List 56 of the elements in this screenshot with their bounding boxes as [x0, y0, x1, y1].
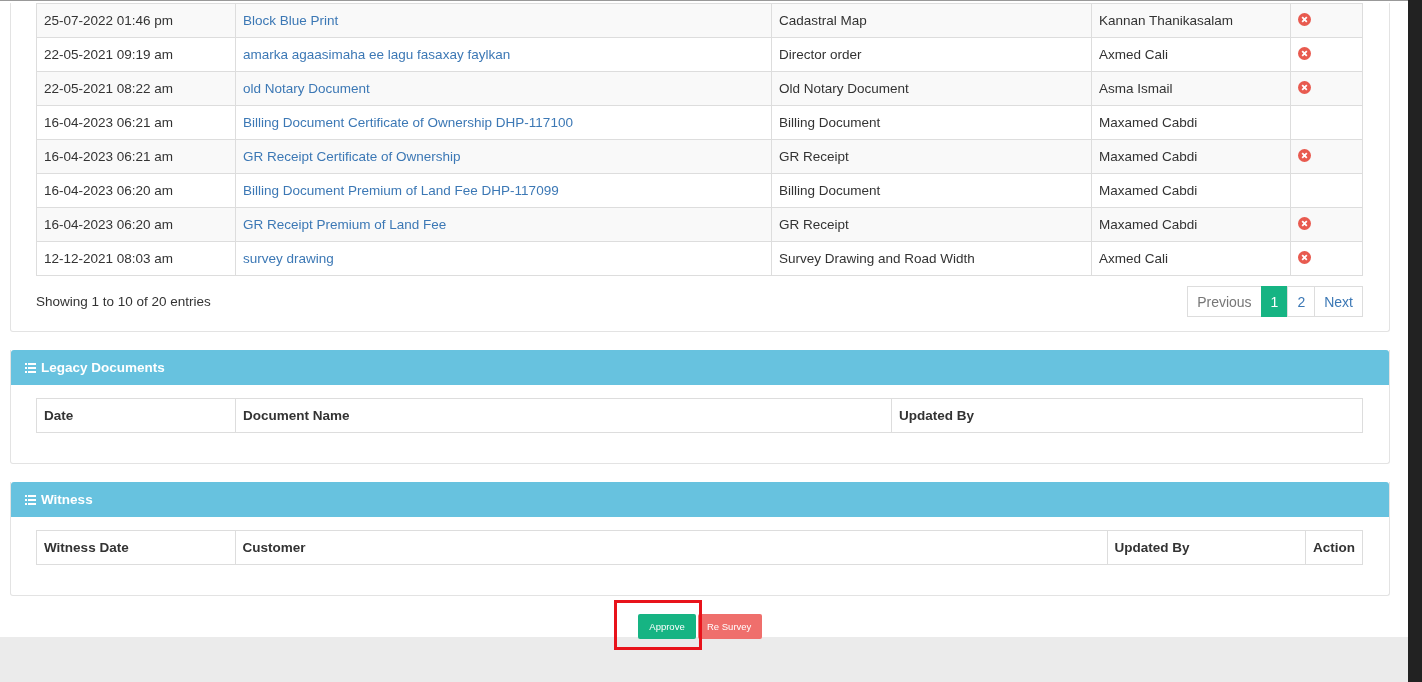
column-header: Date	[36, 398, 236, 433]
table-cell: 22-05-2021 09:19 am	[36, 37, 236, 72]
table-cell: Maxamed Cabdi	[1091, 207, 1291, 242]
panel-title: Legacy Documents	[41, 360, 165, 375]
table-cell: Survey Drawing and Road Width	[771, 241, 1092, 276]
entries-info: Showing 1 to 10 of 20 entries	[36, 294, 211, 309]
column-header: Updated By	[891, 398, 1363, 433]
document-link[interactable]: GR Receipt Certificate of Ownership	[243, 149, 461, 164]
table-cell: Cadastral Map	[771, 3, 1092, 38]
column-header: Customer	[235, 530, 1108, 565]
table-cell: 16-04-2023 06:21 am	[36, 105, 236, 140]
page-button[interactable]: Next	[1314, 286, 1363, 317]
table-cell: 16-04-2023 06:21 am	[36, 139, 236, 174]
column-header: Witness Date	[36, 530, 235, 565]
table-cell: Axmed Cali	[1091, 241, 1291, 276]
approve-button[interactable]: Approve	[638, 614, 696, 639]
remove-icon[interactable]	[1298, 80, 1311, 94]
re-survey-button[interactable]: Re Survey	[698, 614, 762, 639]
table-cell: Old Notary Document	[771, 71, 1092, 106]
page-button[interactable]: 1	[1260, 286, 1289, 317]
table-cell: GR Receipt	[771, 139, 1092, 174]
table-cell: 22-05-2021 08:22 am	[36, 71, 236, 106]
document-link[interactable]: survey drawing	[243, 251, 334, 266]
table-cell: 16-04-2023 06:20 am	[36, 207, 236, 242]
list-icon	[25, 362, 36, 373]
table-cell: Director order	[771, 37, 1092, 72]
table-cell: 16-04-2023 06:20 am	[36, 173, 236, 208]
document-link[interactable]: Billing Document Certificate of Ownership DHP-117100	[243, 115, 573, 130]
table-cell: Billing Document	[771, 105, 1092, 140]
table-cell: GR Receipt	[771, 207, 1092, 242]
table-cell: Maxamed Cabdi	[1091, 173, 1291, 208]
remove-icon[interactable]	[1298, 216, 1311, 230]
table-cell: 12-12-2021 08:03 am	[36, 241, 236, 276]
table-cell: Maxamed Cabdi	[1091, 139, 1291, 174]
table-cell: Kannan Thanikasalam	[1091, 3, 1291, 38]
list-icon	[25, 494, 36, 505]
table-cell: 25-07-2022 01:46 pm	[36, 3, 236, 38]
document-link[interactable]: old Notary Document	[243, 81, 370, 96]
document-link[interactable]: Billing Document Premium of Land Fee DHP-117099	[243, 183, 559, 198]
column-header: Document Name	[235, 398, 892, 433]
remove-icon[interactable]	[1298, 46, 1311, 60]
remove-icon[interactable]	[1298, 250, 1311, 264]
page-button[interactable]: Previous	[1187, 286, 1262, 317]
column-header: Action	[1305, 530, 1363, 565]
remove-icon[interactable]	[1298, 12, 1311, 26]
document-link[interactable]: GR Receipt Premium of Land Fee	[243, 217, 447, 232]
panel-title: Witness	[41, 492, 93, 507]
remove-icon[interactable]	[1298, 148, 1311, 162]
column-header: Updated By	[1107, 530, 1306, 565]
document-link[interactable]: Block Blue Print	[243, 13, 339, 28]
table-cell: Axmed Cali	[1091, 37, 1291, 72]
table-cell: Billing Document	[771, 173, 1092, 208]
table-cell: Maxamed Cabdi	[1091, 105, 1291, 140]
page-button[interactable]: 2	[1287, 286, 1316, 317]
document-link[interactable]: amarka agaasimaha ee lagu fasaxay faylkan	[243, 47, 511, 62]
table-cell: Asma Ismail	[1091, 71, 1291, 106]
